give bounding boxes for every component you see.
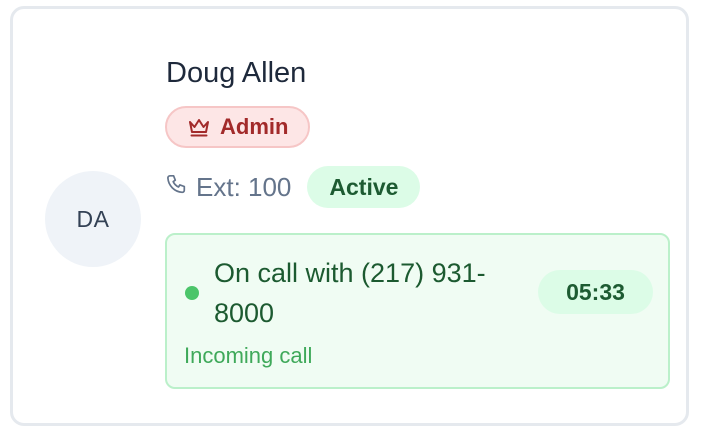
role-badge-label: Admin xyxy=(220,114,289,139)
contact-card: DA Doug Allen Admin Ext: 100 Active On c… xyxy=(10,6,689,426)
avatar: DA xyxy=(45,171,141,267)
active-call-panel[interactable]: On call with (217) 931-8000 05:33 Incomi… xyxy=(165,233,670,389)
call-description: On call with (217) 931-8000 xyxy=(214,258,486,328)
crown-icon xyxy=(188,117,210,137)
status-badge: Active xyxy=(307,166,421,208)
call-status-dot xyxy=(185,286,199,300)
call-timer: 05:33 xyxy=(538,270,653,314)
extension-label: Ext: 100 xyxy=(196,171,292,202)
call-direction: Incoming call xyxy=(184,343,313,368)
avatar-initials: DA xyxy=(76,205,110,232)
role-badge: Admin xyxy=(165,106,311,148)
phone-icon xyxy=(165,173,189,202)
extension-row: Ext: 100 Active xyxy=(165,166,421,208)
contact-name: Doug Allen xyxy=(166,57,307,89)
